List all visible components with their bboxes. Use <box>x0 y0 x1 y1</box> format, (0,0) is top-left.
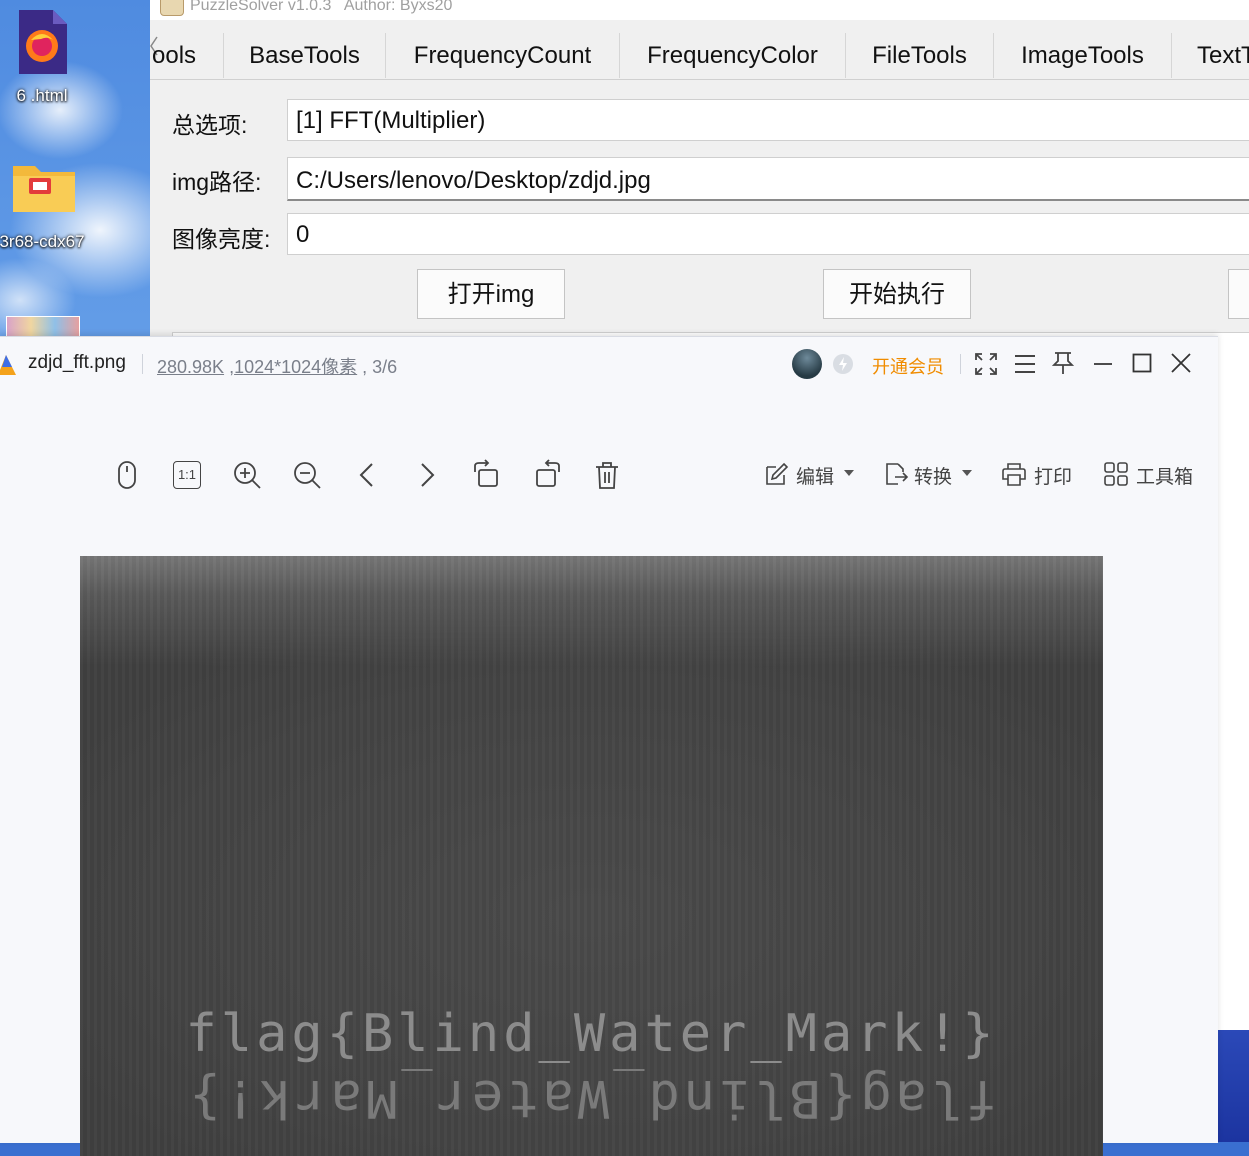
edit-button[interactable]: 编辑 <box>796 462 834 489</box>
tab-imagetools[interactable]: ImageTools <box>994 33 1172 78</box>
brightness-input[interactable]: 0 <box>287 213 1249 255</box>
viewer-toolbar: 1:1 编辑 转换 打印 工具箱 <box>0 392 1218 489</box>
convert-button[interactable]: 转换 <box>914 462 952 489</box>
tab-basetools[interactable]: BaseTools <box>224 33 386 78</box>
info-separator: , <box>224 357 235 377</box>
chevron-down-icon[interactable] <box>844 470 854 478</box>
toolbox-button[interactable]: 工具箱 <box>1136 462 1193 489</box>
option-label: 总选项: <box>172 112 248 138</box>
actual-size-label: 1:1 <box>173 461 201 489</box>
minimize-icon[interactable] <box>1093 354 1113 374</box>
spectrum-stripes <box>80 556 1103 1156</box>
brightness-label: 图像亮度: <box>172 226 271 252</box>
image-viewer-window: zdjd_fft.png 280.98K ,1024*1024像素 , 3/6 … <box>0 336 1218 1156</box>
chevron-down-icon[interactable] <box>962 470 972 478</box>
print-button[interactable]: 打印 <box>1034 462 1072 489</box>
tab-bar: ools BaseTools FrequencyCount FrequencyColo… <box>150 33 1249 80</box>
tab-texttools[interactable]: TextT <box>1172 33 1249 78</box>
vip-badge-icon <box>833 354 853 374</box>
zoom-in-icon[interactable] <box>230 458 264 492</box>
firefox-html-file-icon <box>19 10 67 74</box>
open-img-button[interactable]: 打开img <box>417 269 565 319</box>
title-divider <box>960 354 961 374</box>
image-size[interactable]: 280.98K <box>157 357 224 377</box>
desktop-icon-folder[interactable]: 3r68-cdx67 <box>0 160 94 252</box>
desktop-icon-label: 3r68-cdx67 <box>0 232 85 251</box>
fullscreen-icon[interactable] <box>974 352 998 376</box>
img-path-input[interactable]: C:/Users/lenovo/Desktop/zdjd.jpg <box>287 157 1249 201</box>
close-icon[interactable] <box>1171 353 1191 373</box>
actual-size-icon[interactable]: 1:1 <box>170 458 204 492</box>
image-info: 280.98K ,1024*1024像素 , 3/6 <box>157 353 397 379</box>
desktop-icon-thumbnail[interactable] <box>6 316 80 338</box>
rotate-left-icon[interactable] <box>470 458 504 492</box>
vip-button[interactable]: 开通会员 <box>872 353 944 379</box>
rotate-right-icon[interactable] <box>530 458 564 492</box>
next-icon[interactable] <box>410 458 444 492</box>
puzzlesolver-titlebar: PuzzleSolver v1.0.3 Author: Byxs20 <box>150 0 1249 20</box>
tab-tools[interactable]: ools <box>150 33 224 78</box>
desktop-icon-label: 6 .html <box>16 86 68 105</box>
tab-frequencycount[interactable]: FrequencyCount <box>386 33 620 78</box>
viewer-app-icon <box>0 355 16 375</box>
img-path-label: img路径: <box>172 169 262 195</box>
zoom-out-icon[interactable] <box>290 458 324 492</box>
maximize-icon[interactable] <box>1132 353 1152 373</box>
viewer-titlebar: zdjd_fft.png 280.98K ,1024*1024像素 , 3/6 … <box>0 337 1218 389</box>
viewer-filename: zdjd_fft.png <box>28 352 126 373</box>
print-icon[interactable] <box>1001 461 1027 487</box>
puzzlesolver-title: PuzzleSolver v1.0.3 Author: Byxs20 <box>190 0 453 14</box>
tab-filetools[interactable]: FileTools <box>846 33 994 78</box>
fft-spectrum-image: flag{Blind_Water_Mark!} flag{Blind_Water… <box>80 556 1103 1156</box>
image-index: , 3/6 <box>357 357 398 377</box>
watermark-text: flag{Blind_Water_Mark!} <box>185 1004 998 1064</box>
pin-icon[interactable] <box>1052 351 1074 375</box>
edit-icon[interactable] <box>764 461 790 487</box>
option-select[interactable]: [1] FFT(Multiplier) <box>287 99 1249 141</box>
desktop-taskbar-edge <box>1218 1030 1249 1142</box>
folder-icon <box>13 166 75 212</box>
menu-icon[interactable] <box>1014 354 1036 374</box>
convert-icon[interactable] <box>883 461 909 487</box>
partial-button[interactable] <box>1228 269 1249 319</box>
previous-icon[interactable] <box>350 458 384 492</box>
title-divider <box>142 354 143 374</box>
app-icon <box>160 0 184 16</box>
watermark-text-mirrored: flag{Blind_Water_Mark!} <box>185 1068 998 1128</box>
user-avatar[interactable] <box>792 349 822 379</box>
delete-icon[interactable] <box>590 458 624 492</box>
desktop-icon-html-file[interactable]: 6 .html <box>0 10 92 106</box>
run-button[interactable]: 开始执行 <box>823 269 971 319</box>
toolbox-icon[interactable] <box>1103 461 1129 487</box>
tab-frequencycolor[interactable]: FrequencyColor <box>620 33 846 78</box>
image-dimensions[interactable]: 1024*1024像素 <box>234 357 357 377</box>
mouse-icon[interactable] <box>110 458 144 492</box>
